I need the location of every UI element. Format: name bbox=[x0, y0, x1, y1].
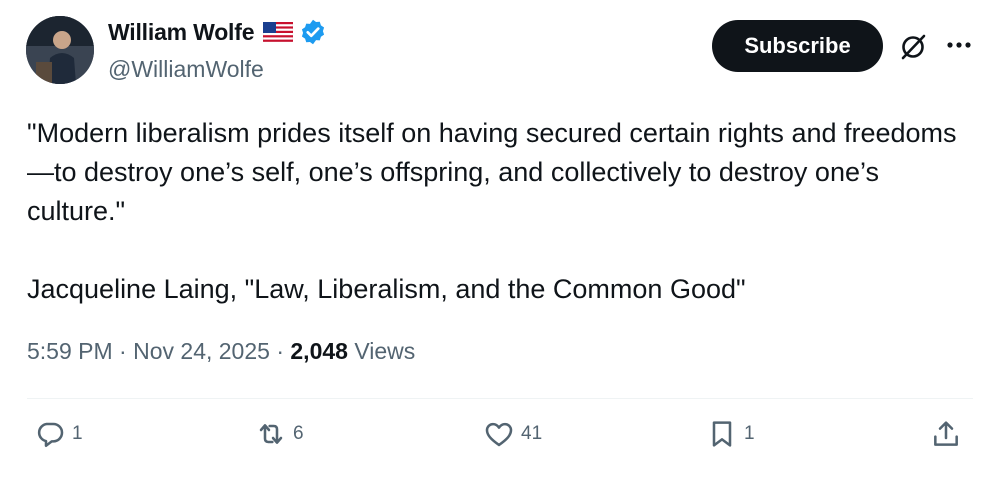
divider bbox=[27, 398, 973, 399]
avatar[interactable] bbox=[26, 16, 94, 84]
share-icon bbox=[934, 421, 958, 446]
more-options-icon[interactable] bbox=[944, 33, 974, 57]
meta-separator: · bbox=[276, 338, 284, 364]
bookmark-count: 1 bbox=[744, 423, 755, 444]
tweet-date[interactable]: Nov 24, 2025 bbox=[133, 338, 270, 364]
tweet-card: William Wolfe @WilliamWolfe Subscribe "M… bbox=[0, 0, 1000, 477]
us-flag-icon bbox=[263, 21, 294, 43]
verified-badge-icon[interactable] bbox=[299, 18, 327, 46]
views-count: 2,048 bbox=[290, 338, 348, 364]
repost-button[interactable]: 6 bbox=[255, 418, 304, 450]
bookmark-button[interactable]: 1 bbox=[706, 418, 755, 450]
repost-icon bbox=[259, 424, 283, 444]
tweet-attribution: Jacqueline Laing, "Law, Liberalism, and … bbox=[27, 274, 746, 304]
reply-icon bbox=[37, 422, 64, 447]
bookmark-icon bbox=[712, 421, 732, 447]
tweet-quote: "Modern liberalism prides itself on havi… bbox=[27, 118, 957, 226]
grok-icon[interactable] bbox=[897, 31, 929, 63]
subscribe-button[interactable]: Subscribe bbox=[712, 20, 883, 72]
reply-count: 1 bbox=[72, 423, 83, 444]
reply-button[interactable]: 1 bbox=[34, 418, 83, 450]
author-name-row: William Wolfe bbox=[108, 18, 327, 46]
tweet-meta: 5:59 PM · Nov 24, 2025 · 2,048 Views bbox=[27, 338, 415, 365]
heart-icon bbox=[485, 422, 513, 447]
author-handle[interactable]: @WilliamWolfe bbox=[108, 56, 264, 83]
tweet-body: "Modern liberalism prides itself on havi… bbox=[27, 114, 967, 309]
views-label: Views bbox=[354, 338, 416, 364]
author-display-name[interactable]: William Wolfe bbox=[108, 19, 254, 46]
like-count: 41 bbox=[521, 423, 543, 444]
share-button[interactable] bbox=[930, 418, 962, 450]
like-button[interactable]: 41 bbox=[483, 418, 542, 450]
tweet-time[interactable]: 5:59 PM bbox=[27, 338, 113, 364]
meta-separator: · bbox=[119, 338, 127, 364]
repost-count: 6 bbox=[293, 423, 304, 444]
